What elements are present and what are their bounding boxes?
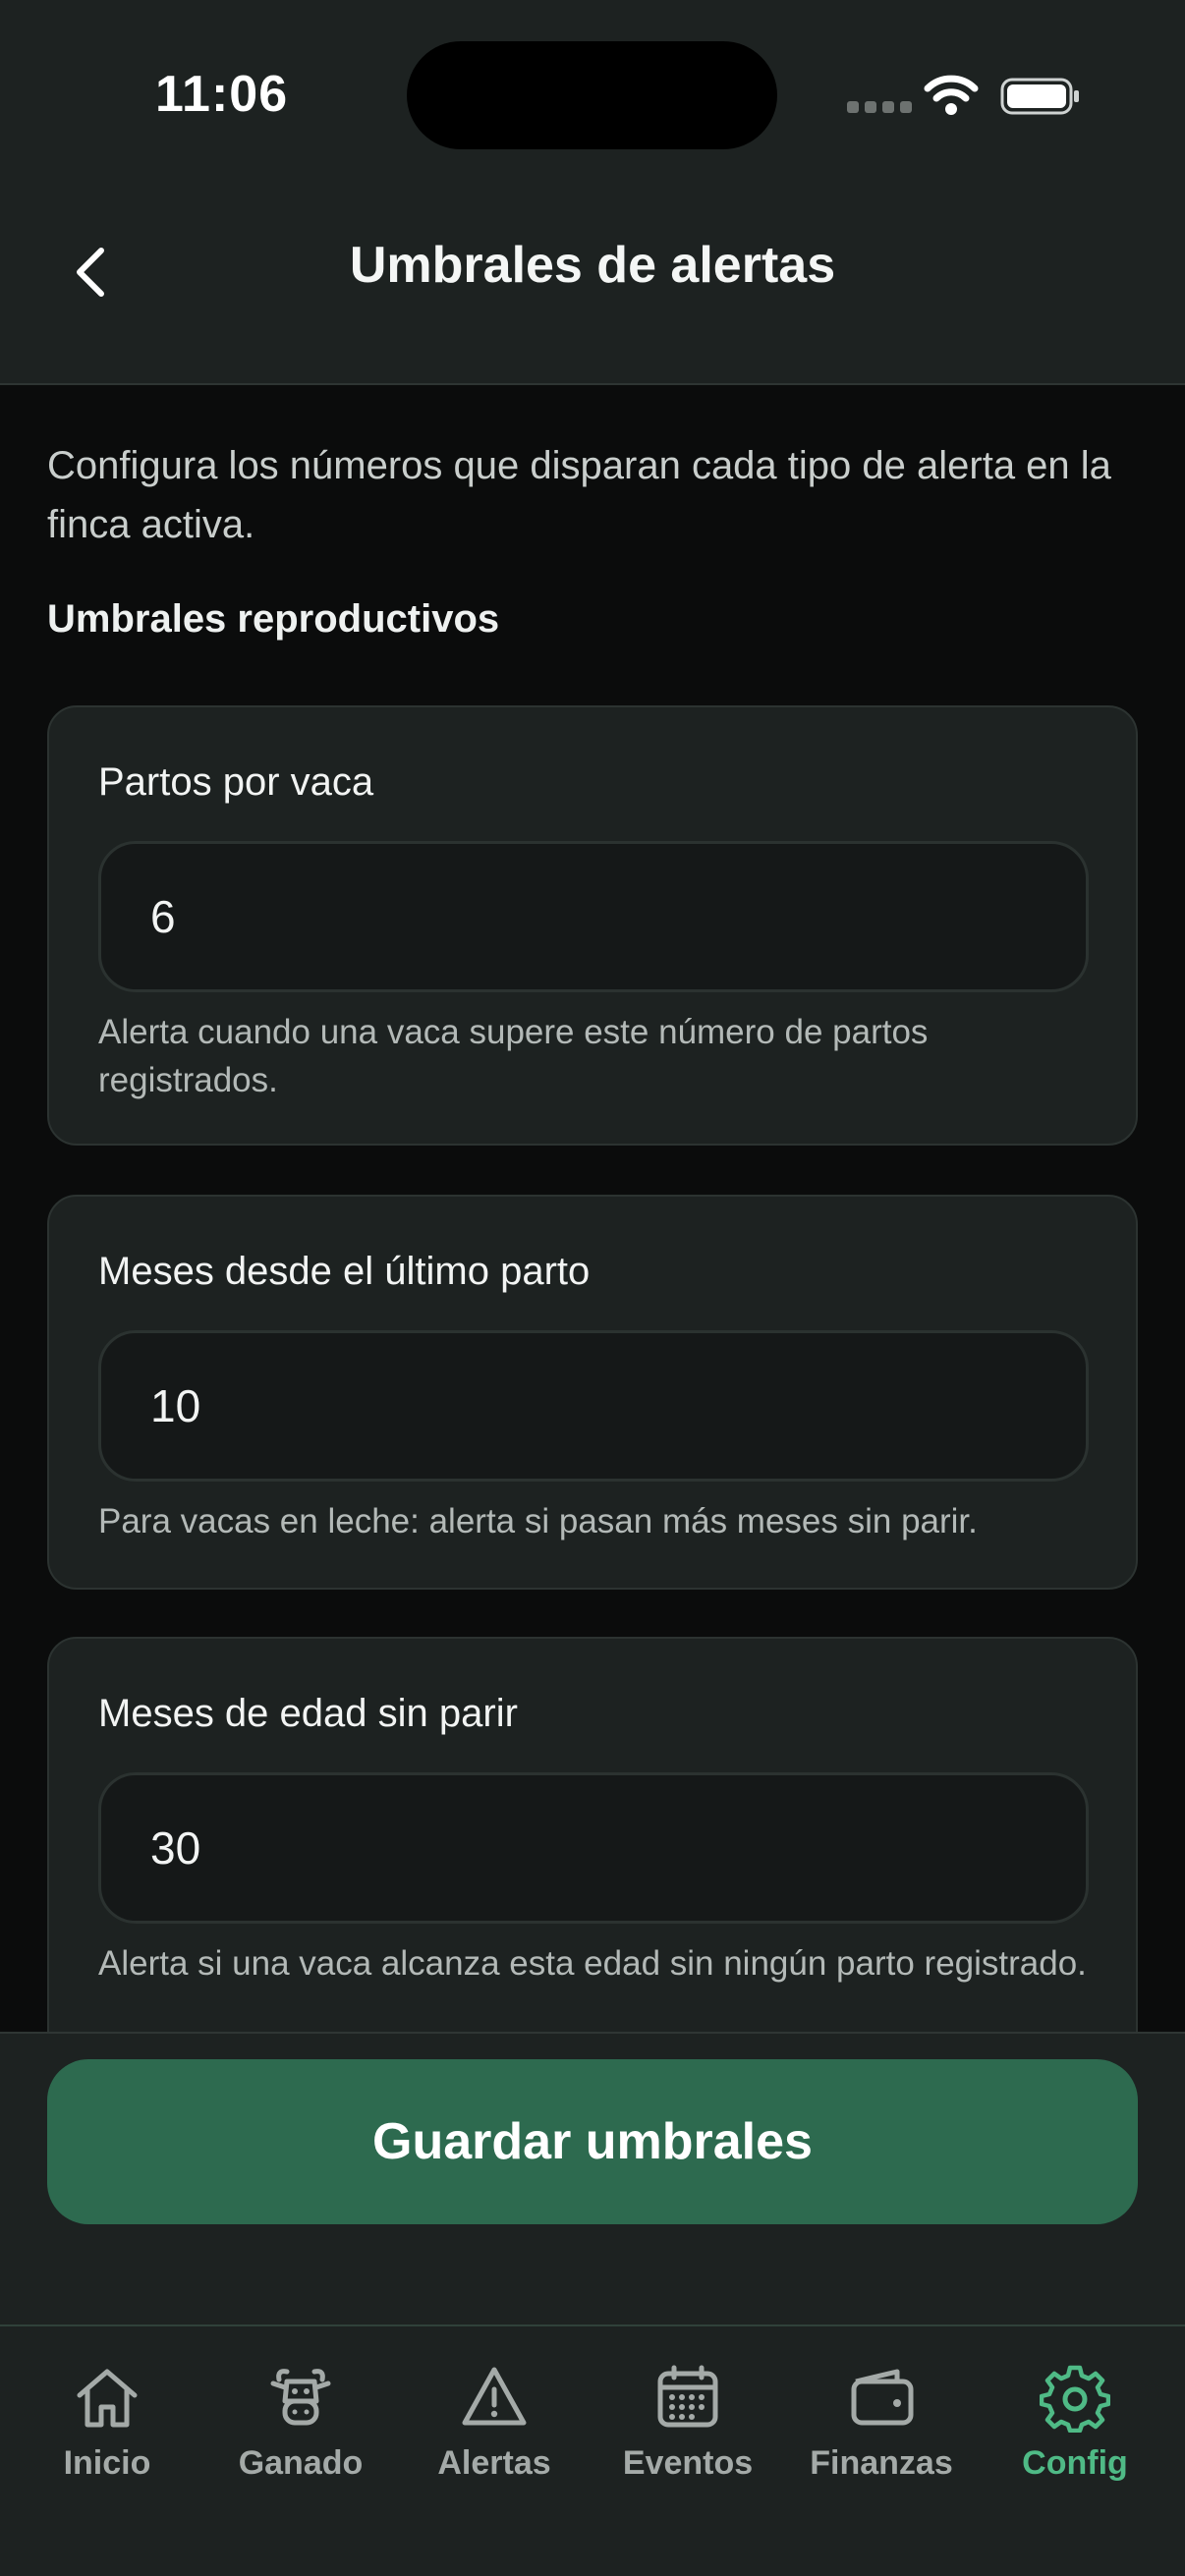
- dynamic-island: [407, 41, 777, 149]
- save-bar: Guardar umbrales: [0, 2032, 1185, 2326]
- tab-config[interactable]: Config: [979, 2362, 1171, 2509]
- threshold-card-age-without-birth: Meses de edad sin parir 30 Alerta si una…: [47, 1637, 1138, 2032]
- tab-inicio[interactable]: Inicio: [11, 2362, 203, 2509]
- tab-ganado[interactable]: Ganado: [204, 2362, 397, 2509]
- field-label: Meses de edad sin parir: [98, 1692, 518, 1735]
- bottom-tab-bar: Inicio Ganado Alertas Eventos Finanzas C…: [0, 2324, 1185, 2576]
- intro-text: Configura los números que disparan cada …: [47, 444, 1111, 546]
- tab-label: Inicio: [63, 2444, 151, 2482]
- tab-finanzas[interactable]: Finanzas: [785, 2362, 978, 2509]
- status-time: 11:06: [155, 66, 289, 123]
- field-help: Alerta cuando una vaca supere este númer…: [98, 1013, 929, 1099]
- top-header: 11:06 Umbrales de alertas: [0, 0, 1185, 385]
- tab-eventos[interactable]: Eventos: [592, 2362, 784, 2509]
- thresholds-content[interactable]: Configura los números que disparan cada …: [0, 387, 1185, 2032]
- tab-label: Eventos: [622, 2444, 754, 2482]
- wallet-icon: [851, 2369, 914, 2426]
- warning-icon: [462, 2367, 527, 2426]
- battery-icon: [1000, 78, 1079, 115]
- tab-label: Alertas: [437, 2444, 551, 2482]
- field-label: Meses desde el último parto: [98, 1250, 591, 1293]
- field-help: Para vacas en leche: alerta si pasan más…: [98, 1502, 978, 1540]
- months-since-last-birth-input[interactable]: 10: [98, 1330, 1089, 1482]
- cellular-signal-icon: [847, 101, 912, 113]
- tab-label: Config: [1022, 2444, 1128, 2482]
- home-icon: [77, 2369, 138, 2428]
- births-per-cow-input[interactable]: 6: [98, 841, 1089, 992]
- calendar-icon: [657, 2365, 718, 2428]
- field-help: Alerta si una vaca alcanza esta edad sin…: [98, 1944, 1087, 1983]
- tab-label: Finanzas: [810, 2444, 953, 2482]
- tab-label: Ganado: [238, 2444, 364, 2482]
- page-title: Umbrales de alertas: [349, 237, 836, 294]
- age-without-birth-input[interactable]: 30: [98, 1772, 1089, 1924]
- cow-icon: [270, 2369, 331, 2426]
- tab-alertas[interactable]: Alertas: [398, 2362, 591, 2509]
- save-thresholds-button[interactable]: Guardar umbrales: [47, 2059, 1138, 2224]
- gear-icon: [1040, 2365, 1110, 2433]
- section-title: Umbrales reproductivos: [47, 597, 500, 641]
- threshold-card-births: Partos por vaca 6 Alerta cuando una vaca…: [47, 705, 1138, 1146]
- field-label: Partos por vaca: [98, 760, 374, 804]
- threshold-card-months-since-birth: Meses desde el último parto 10 Para vaca…: [47, 1195, 1138, 1590]
- wifi-icon: [924, 75, 979, 115]
